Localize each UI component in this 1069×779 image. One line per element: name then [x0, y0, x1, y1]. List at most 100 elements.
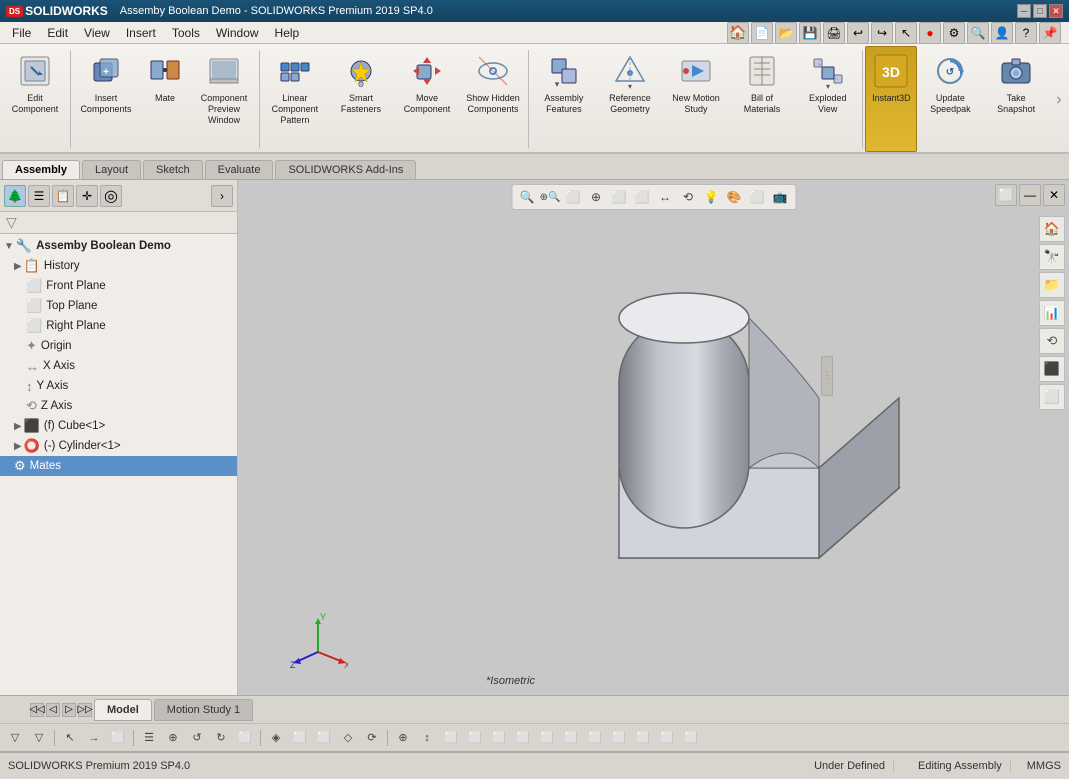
toolbar-reference-geometry[interactable]: ▾ Reference Geometry — [597, 46, 663, 152]
tree-cylinder[interactable]: ▶ ⭕ (-) Cylinder<1> — [0, 436, 237, 456]
rm-chart[interactable]: 📊 — [1039, 300, 1065, 326]
vp-hide[interactable]: ⬜ — [608, 187, 630, 207]
tab-solidworks-addins[interactable]: SOLIDWORKS Add-Ins — [275, 160, 416, 179]
bt-filter2[interactable]: ▽ — [28, 728, 50, 748]
tree-y-axis[interactable]: ↕ Y Axis — [0, 376, 237, 396]
panel-btn-list[interactable]: ☰ — [28, 185, 50, 207]
quickaccess-record[interactable]: ● — [919, 22, 941, 44]
vp-close-btn[interactable]: ✕ — [1043, 184, 1065, 206]
rm-solid[interactable]: ⬛ — [1039, 356, 1065, 382]
bt-b4[interactable]: ⬜ — [512, 728, 534, 748]
quickaccess-redo[interactable]: ↪ — [871, 22, 893, 44]
vp-rotate[interactable]: ↔ — [654, 187, 676, 207]
toolbar-mate[interactable]: Mate — [139, 46, 191, 152]
quickaccess-search[interactable]: 🔍 — [967, 22, 989, 44]
toolbar-expand[interactable]: › — [1051, 86, 1067, 112]
bt-filter[interactable]: ▽ — [4, 728, 26, 748]
vp-search[interactable]: 🔍 — [516, 187, 538, 207]
toolbar-show-hidden[interactable]: Show Hidden Components — [460, 46, 526, 152]
titlebar-controls[interactable]: ─ □ ✕ — [1017, 4, 1063, 18]
bt-copy[interactable]: ⬜ — [234, 728, 256, 748]
bt-box[interactable]: ⬜ — [107, 728, 129, 748]
panel-btn-tree[interactable]: 🌲 — [4, 185, 26, 207]
menu-window[interactable]: Window — [208, 24, 267, 42]
bt-redo[interactable]: ↻ — [210, 728, 232, 748]
vp-restore-btn[interactable]: — — [1019, 184, 1041, 206]
quickaccess-new[interactable]: 📄 — [751, 22, 773, 44]
panel-resize-handle[interactable]: ⋮ — [821, 356, 833, 396]
btab-nav-first[interactable]: ◁◁ — [30, 703, 44, 717]
tree-root[interactable]: ▼ 🔧 Assemby Boolean Demo — [0, 236, 237, 256]
maximize-button[interactable]: □ — [1033, 4, 1047, 18]
btab-motion-study-1[interactable]: Motion Study 1 — [154, 699, 253, 721]
bt-b3[interactable]: ⬜ — [488, 728, 510, 748]
btab-nav-last[interactable]: ▷▷ — [78, 703, 92, 717]
bt-b7[interactable]: ⬜ — [584, 728, 606, 748]
close-button[interactable]: ✕ — [1049, 4, 1063, 18]
toolbar-exploded-view[interactable]: ▾ Exploded View — [795, 46, 860, 152]
toolbar-update-speedpak[interactable]: ↺ Update Speedpak — [917, 46, 983, 152]
quickaccess-help[interactable]: ? — [1015, 22, 1037, 44]
tree-x-axis[interactable]: ↔ X Axis — [0, 356, 237, 376]
tree-top-plane[interactable]: ⬜ Top Plane — [0, 296, 237, 316]
vp-expand-btn[interactable]: ⬜ — [995, 184, 1017, 206]
bt-insert[interactable]: ⊕ — [162, 728, 184, 748]
tree-z-axis[interactable]: ⟲ Z Axis — [0, 396, 237, 416]
quickaccess-open[interactable]: 📂 — [775, 22, 797, 44]
panel-btn-expand[interactable]: › — [211, 185, 233, 207]
bt-b10[interactable]: ⬜ — [656, 728, 678, 748]
toolbar-component-preview[interactable]: Component Preview Window — [191, 46, 257, 152]
tab-assembly[interactable]: Assembly — [2, 160, 80, 179]
bt-b5[interactable]: ⬜ — [536, 728, 558, 748]
toolbar-move-component[interactable]: Move Component — [394, 46, 460, 152]
toolbar-smart-fasteners[interactable]: ⚙ Smart Fasteners — [328, 46, 394, 152]
rm-rotate[interactable]: ⟲ — [1039, 328, 1065, 354]
toolbar-bill-materials[interactable]: Bill of Materials — [729, 46, 795, 152]
toolbar-instant3d[interactable]: 3D Instant3D — [865, 46, 917, 152]
toolbar-assembly-features[interactable]: ▾ Assembly Features — [531, 46, 597, 152]
menu-file[interactable]: File — [4, 24, 39, 42]
btab-model[interactable]: Model — [94, 699, 152, 721]
bt-view2[interactable]: ⬜ — [313, 728, 335, 748]
menu-help[interactable]: Help — [267, 24, 308, 42]
vp-color[interactable]: 🎨 — [723, 187, 745, 207]
panel-btn-add[interactable]: ✛ — [76, 185, 98, 207]
btab-nav-next[interactable]: ▷ — [62, 703, 76, 717]
bt-refresh[interactable]: ⟳ — [361, 728, 383, 748]
bt-b8[interactable]: ⬜ — [608, 728, 630, 748]
toolbar-insert-components[interactable]: + Insert Components — [73, 46, 139, 152]
minimize-button[interactable]: ─ — [1017, 4, 1031, 18]
bt-b9[interactable]: ⬜ — [632, 728, 654, 748]
bt-list[interactable]: ☰ — [138, 728, 160, 748]
bt-b2[interactable]: ⬜ — [464, 728, 486, 748]
bt-move[interactable]: ↕ — [416, 728, 438, 748]
quickaccess-home[interactable]: 🏠 — [727, 22, 749, 44]
quickaccess-user[interactable]: 👤 — [991, 22, 1013, 44]
toolbar-edit-component[interactable]: Edit Component — [2, 46, 68, 152]
menu-view[interactable]: View — [76, 24, 118, 42]
rm-home[interactable]: 🏠 — [1039, 216, 1065, 242]
vp-display[interactable]: ⬜ — [631, 187, 653, 207]
toolbar-motion-study[interactable]: New Motion Study — [663, 46, 729, 152]
tree-history[interactable]: ▶ 📋 History — [0, 256, 237, 276]
rm-view[interactable]: 🔭 — [1039, 244, 1065, 270]
rm-folder[interactable]: 📁 — [1039, 272, 1065, 298]
bt-select[interactable]: ↖ — [59, 728, 81, 748]
vp-view[interactable]: ⊕ — [585, 187, 607, 207]
tree-origin[interactable]: ✦ Origin — [0, 336, 237, 356]
vp-light[interactable]: 💡 — [700, 187, 722, 207]
panel-btn-display[interactable]: ◎ — [100, 185, 122, 207]
bt-diamond[interactable]: ◇ — [337, 728, 359, 748]
vp-section[interactable]: ⬜ — [562, 187, 584, 207]
toolbar-linear-pattern[interactable]: Linear Component Pattern — [262, 46, 328, 152]
toolbar-take-snapshot[interactable]: Take Snapshot — [983, 46, 1049, 152]
bt-add[interactable]: ⊕ — [392, 728, 414, 748]
tree-mates[interactable]: ⚙ Mates — [0, 456, 237, 476]
tab-layout[interactable]: Layout — [82, 160, 141, 179]
menu-insert[interactable]: Insert — [118, 24, 164, 42]
viewport[interactable]: 🔍 ⊕🔍 ⬜ ⊕ ⬜ ⬜ ↔ ⟲ 💡 🎨 ⬜ 📺 — [238, 180, 1069, 695]
menu-edit[interactable]: Edit — [39, 24, 76, 42]
quickaccess-settings[interactable]: ⚙ — [943, 22, 965, 44]
tree-right-plane[interactable]: ⬜ Right Plane — [0, 316, 237, 336]
quickaccess-save[interactable]: 💾 — [799, 22, 821, 44]
